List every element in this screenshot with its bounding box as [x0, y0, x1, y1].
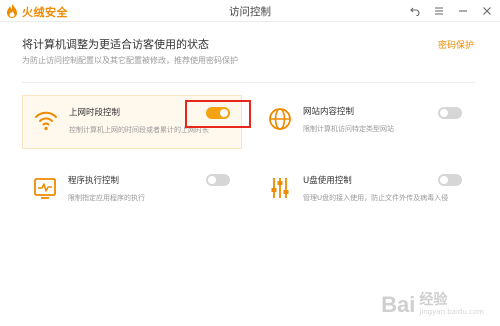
- toggle-knob: [440, 176, 448, 184]
- card-title: 程序执行控制: [68, 176, 120, 186]
- title-bar: 火绒安全 访问控制: [0, 0, 500, 22]
- card-description: 管理U盘的接入使用，防止文件外传及病毒入侵: [303, 194, 449, 202]
- close-icon[interactable]: [480, 4, 494, 18]
- watermark-logo: Bai: [381, 292, 416, 317]
- sliders-icon: [271, 178, 289, 198]
- password-protect-link[interactable]: 密码保护: [438, 38, 474, 51]
- globe-icon: [269, 108, 291, 130]
- menu-icon[interactable]: [432, 4, 446, 18]
- minimize-icon[interactable]: [456, 4, 470, 18]
- toggle-knob: [440, 109, 448, 117]
- toggle-knob: [208, 176, 216, 184]
- page-title: 将计算机调整为更适合访客使用的状态: [22, 38, 209, 51]
- website-content-control-card[interactable]: 网站内容控制 限制计算机访问特定类型网站: [257, 95, 477, 149]
- baidu-jingyan-watermark: Bai 经验 jingyan.baidu.com: [381, 292, 484, 318]
- wifi-icon: [35, 111, 57, 131]
- program-execution-control-card[interactable]: 程序执行控制 限制指定应用程序的执行: [22, 164, 242, 218]
- program-execution-toggle[interactable]: [206, 174, 230, 186]
- divider: [22, 82, 475, 83]
- card-description: 限制指定应用程序的执行: [68, 194, 145, 202]
- card-title: 网站内容控制: [303, 107, 355, 117]
- usb-control-card[interactable]: U盘使用控制 管理U盘的接入使用，防止文件外传及病毒入侵: [257, 164, 477, 218]
- monitor-pulse-icon: [34, 178, 56, 199]
- card-title: 上网时段控制: [69, 108, 121, 118]
- website-content-toggle[interactable]: [438, 107, 462, 119]
- watermark-url: jingyan.baidu.com: [419, 307, 484, 316]
- card-description: 限制计算机访问特定类型网站: [303, 125, 394, 133]
- undo-icon[interactable]: [408, 4, 422, 18]
- annotation-highlight-box: [185, 100, 251, 128]
- card-title: U盘使用控制: [303, 176, 352, 186]
- page-subtitle: 为防止访问控制配置以及其它配置被修改，推荐使用密码保护: [22, 56, 238, 65]
- usb-control-toggle[interactable]: [438, 174, 462, 186]
- watermark-cn: 经验: [419, 292, 448, 309]
